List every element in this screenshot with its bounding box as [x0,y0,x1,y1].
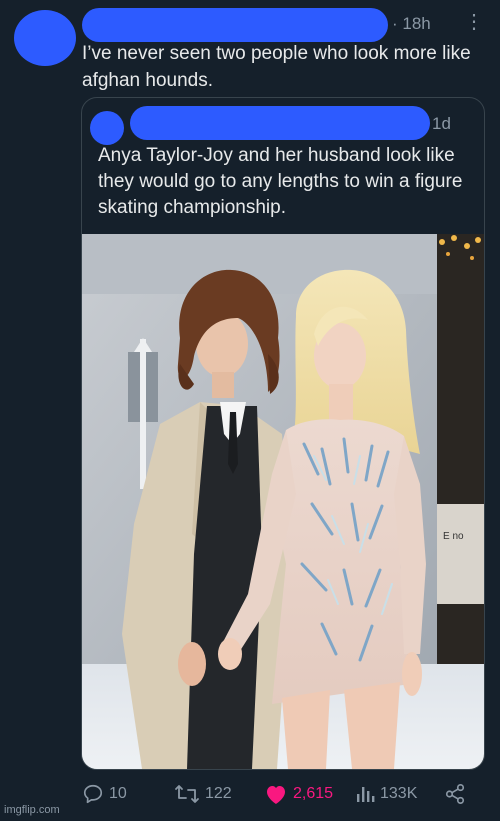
quoted-tweet-photo[interactable]: E no [82,234,484,769]
tweet-action-bar: 10 122 2,615 133K [82,782,482,806]
quoted-username-redaction [130,106,430,140]
tweet-time-value: 18h [402,14,431,33]
avatar-redacted[interactable] [14,10,76,66]
username-redaction [82,8,388,42]
tweet-timestamp[interactable]: · 18h [392,14,431,34]
retweet-button[interactable]: 122 [174,782,232,806]
imgflip-watermark: imgflip.com [4,804,60,816]
quoted-tweet-card[interactable]: 1d Anya Taylor-Joy and her husband look … [81,97,485,770]
share-icon [445,784,465,804]
views-icon [357,787,375,802]
retweet-icon [175,785,199,803]
tweet-text: I’ve never seen two people who look more… [82,43,471,91]
views-count: 133K [380,785,418,802]
quoted-tweet-text: Anya Taylor-Joy and her husband look lik… [98,145,463,218]
photo-illustration: E no [82,234,484,769]
reply-icon [83,784,103,804]
quoted-avatar-redacted[interactable] [90,111,124,145]
quoted-tweet-time[interactable]: 1d [432,114,451,134]
retweet-count: 122 [205,785,232,802]
reply-button[interactable]: 10 [82,782,127,806]
heart-icon [267,786,285,804]
more-vertical-icon[interactable]: ⋮ [464,12,484,32]
like-count: 2,615 [293,785,334,802]
like-button[interactable]: 2,615 [264,782,333,806]
reply-count: 10 [109,785,127,802]
views-button[interactable]: 133K [355,782,417,806]
share-button[interactable] [444,782,466,806]
backdrop-sign-text: E no [443,531,464,542]
